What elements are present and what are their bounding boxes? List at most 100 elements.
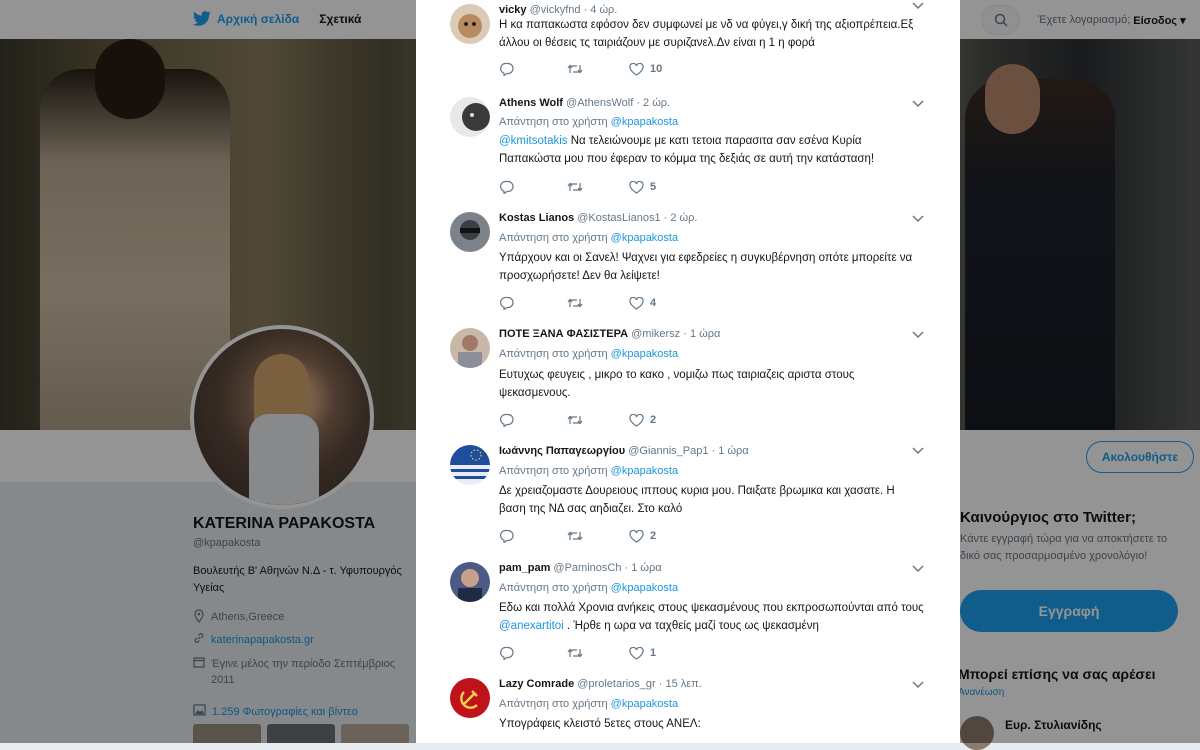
user-handle[interactable]: @mikersz [631,328,680,340]
tweet-text: Ευτυχως φευγεις , μικρο το κακο , νομιζω… [499,369,855,399]
user-name[interactable]: vicky [499,4,527,16]
retweet-button[interactable] [567,297,629,309]
reply-tweet[interactable]: ΠΟΤΕ ΞΑΝΑ ΦΑΣΙΣΤΕΡΑ @mikersz · 1 ώρα Απά… [416,319,960,436]
retweet-icon [567,530,583,542]
reply-context: Απάντηση στο χρήστη @kpapakosta [499,116,679,128]
user-name[interactable]: Kostas Lianos [499,212,574,224]
reply-tweet[interactable]: Lazy Comrade @proletarios_gr · 15 λεπ. Α… [416,668,960,743]
chevron-down-icon[interactable] [912,681,924,689]
heart-icon [629,62,644,76]
reply-context: Απάντηση στο χρήστη @kpapakosta [499,348,679,360]
user-name[interactable]: Lazy Comrade [499,678,574,690]
tweet-time[interactable]: · 1 ώρα [712,445,749,457]
heart-icon [629,296,644,310]
tweet-text: Υπάρχουν και οι Σανελ! Ψαχνει για εφεδρε… [499,252,913,282]
reply-mention-link[interactable]: @kpapakosta [611,232,678,244]
like-button[interactable]: 5 [629,180,657,194]
tweet-text: Εδω και πολλά Χρονια ανήκεις στους ψεκασ… [499,602,924,632]
reply-context: Απάντηση στο χρήστη @kpapakosta [499,698,679,710]
user-avatar[interactable] [450,562,490,602]
like-button[interactable]: 10 [629,62,663,76]
reply-tweet[interactable]: Kostas Lianos @KostasLianos1 · 2 ώρ. Απά… [416,203,960,320]
heart-icon [629,646,644,660]
reply-mention-link[interactable]: @kpapakosta [611,698,678,710]
like-button[interactable]: 4 [629,296,657,310]
like-count: 4 [650,297,657,309]
like-count: 2 [650,530,657,542]
chevron-down-icon[interactable] [912,100,924,108]
reply-tweet[interactable]: Athens Wolf @AthensWolf · 2 ώρ. Απάντηση… [416,88,960,204]
user-handle[interactable]: @Giannis_Pap1 [628,445,708,457]
like-count: 10 [650,63,663,75]
user-name[interactable]: ΠΟΤΕ ΞΑΝΑ ΦΑΣΙΣΤΕΡΑ [499,328,628,340]
user-avatar[interactable] [450,328,490,368]
reply-context: Απάντηση στο χρήστη @kpapakosta [499,582,679,594]
tweet-header: ΠΟΤΕ ΞΑΝΑ ΦΑΣΙΣΤΕΡΑ @mikersz · 1 ώρα [499,328,720,340]
like-button[interactable]: 1 [629,646,656,660]
tweet-time[interactable]: · 1 ώρα [683,328,720,340]
user-handle[interactable]: @AthensWolf [566,97,633,109]
like-button[interactable]: 2 [629,413,657,427]
reply-button[interactable] [499,62,567,76]
reply-button[interactable] [499,296,567,310]
tweet-time[interactable]: · 15 λεπ. [659,678,702,690]
like-count: 5 [650,181,657,193]
reply-mention-link[interactable]: @kpapakosta [611,348,678,360]
tweet-time[interactable]: · 2 ώρ. [636,97,670,109]
tweet-text: Η κα παπακωστα εφόσον δεν συμφωνεί με νδ… [499,19,914,49]
chevron-down-icon[interactable] [912,331,924,339]
heart-icon [629,529,644,543]
retweet-button[interactable] [567,181,629,193]
retweet-icon [567,414,583,426]
tweet-time[interactable]: · 2 ώρ. [664,212,698,224]
tweet-header: vicky @vickyfnd · 4 ώρ. [499,4,617,16]
chevron-down-icon[interactable] [912,2,924,10]
user-avatar[interactable] [450,4,490,44]
reply-tweet[interactable]: vicky @vickyfnd · 4 ώρ. Η κα παπακωστα ε… [416,0,960,89]
retweet-button[interactable] [567,530,629,542]
reply-mention-link[interactable]: @kpapakosta [611,116,678,128]
tweet-time[interactable]: · 4 ώρ. [584,4,618,16]
reply-icon [499,62,514,76]
reply-mention-link[interactable]: @kpapakosta [611,465,678,477]
reply-button[interactable] [499,646,567,660]
mention-link[interactable]: @kmitsotakis [499,135,568,147]
tweet-time[interactable]: · 1 ώρα [625,562,662,574]
reply-tweet[interactable]: pam_pam @PaminosCh · 1 ώρα Απάντηση στο … [416,552,960,669]
chevron-down-icon[interactable] [912,215,924,223]
user-name[interactable]: pam_pam [499,562,550,574]
user-name[interactable]: Ιωάννης Παπαγεωργίου [499,445,625,457]
user-handle[interactable]: @KostasLianos1 [577,212,660,224]
user-handle[interactable]: @vickyfnd [530,4,581,16]
retweet-button[interactable] [567,647,629,659]
retweet-button[interactable] [567,63,629,75]
reply-button[interactable] [499,180,567,194]
user-avatar[interactable] [450,212,490,252]
like-count: 2 [650,414,657,426]
reply-icon [499,529,514,543]
retweet-icon [567,647,583,659]
reply-button[interactable] [499,529,567,543]
user-avatar[interactable] [450,97,490,137]
chevron-down-icon[interactable] [912,565,924,573]
reply-button[interactable] [499,413,567,427]
reply-icon [499,413,514,427]
reply-mention-link[interactable]: @kpapakosta [611,582,678,594]
tweet-header: pam_pam @PaminosCh · 1 ώρα [499,562,662,574]
retweet-icon [567,181,583,193]
tweet-text: Δε χρειαζομαστε Δουρειους ιππους κυρια μ… [499,485,895,515]
like-button[interactable]: 2 [629,529,657,543]
user-avatar[interactable] [450,445,490,485]
user-handle[interactable]: @PaminosCh [553,562,621,574]
chevron-down-icon[interactable] [912,447,924,455]
tweet-actions: 1 [499,646,656,660]
user-name[interactable]: Athens Wolf [499,97,563,109]
tweet-header: Kostas Lianos @KostasLianos1 · 2 ώρ. [499,212,697,224]
retweet-button[interactable] [567,414,629,426]
user-avatar[interactable] [450,678,490,718]
user-handle[interactable]: @proletarios_gr [577,678,655,690]
mention-link[interactable]: @anexartitoi [499,620,564,632]
replies-modal: vicky @vickyfnd · 4 ώρ. Η κα παπακωστα ε… [416,0,960,743]
reply-tweet[interactable]: Ιωάννης Παπαγεωργίου @Giannis_Pap1 · 1 ώ… [416,435,960,553]
tweet-actions: 2 [499,529,656,543]
